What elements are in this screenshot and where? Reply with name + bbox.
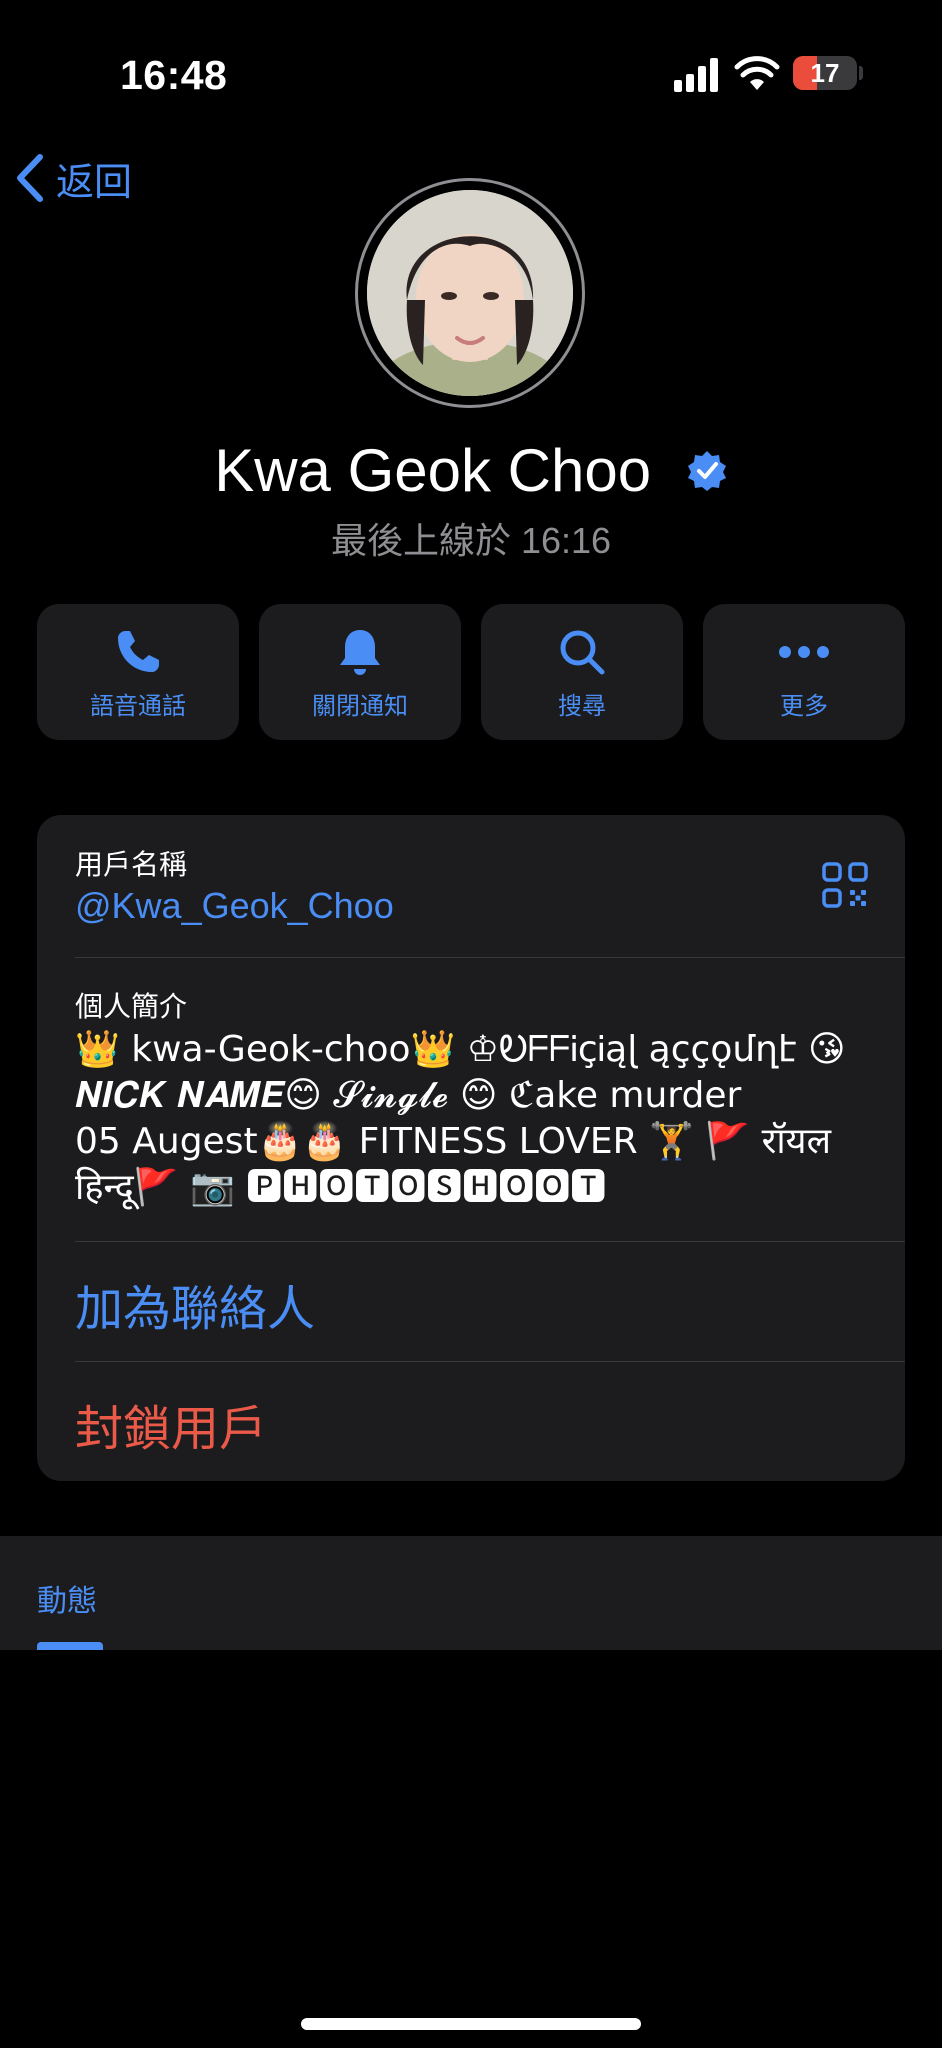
- bio-label: 個人簡介: [75, 991, 188, 1022]
- profile-name-row: Kwa Geok Choo: [0, 436, 942, 505]
- avatar-image: [367, 190, 573, 396]
- username-link[interactable]: @Kwa_Geok_Choo: [75, 885, 394, 927]
- profile-name: Kwa Geok Choo: [214, 437, 652, 504]
- search-icon: [560, 630, 605, 674]
- bio-line: 05 Augest🎂🎂 FITNESS LOVER 🏋️ 🚩 रॉयल: [75, 1121, 831, 1162]
- battery-icon: 17: [793, 56, 857, 90]
- last-seen-status: 最後上線於 16:16: [330, 520, 612, 561]
- back-button[interactable]: 返回: [16, 150, 132, 206]
- avatar[interactable]: [367, 190, 573, 396]
- action-label: 語音通話: [90, 692, 186, 720]
- wifi-icon: [734, 56, 780, 90]
- more-button[interactable]: 更多: [703, 604, 905, 740]
- qr-code-icon[interactable]: [821, 861, 869, 909]
- divider: [75, 1361, 905, 1362]
- tab-stories[interactable]: 動態: [37, 1576, 97, 1620]
- bio-line: 𝑵𝑰𝑪𝑲 𝑵𝑨𝑴𝑬😊 𝓢𝓲𝓷𝓰𝓵𝓮 😊 ℭake murder: [75, 1075, 742, 1116]
- action-buttons: 語音通話 關閉通知 搜尋 更多: [37, 604, 905, 740]
- divider: [75, 957, 905, 958]
- bell-icon: [340, 629, 380, 675]
- voice-call-button[interactable]: 語音通話: [37, 604, 239, 740]
- chevron-left-icon: [17, 154, 43, 202]
- mute-notifications-button[interactable]: 關閉通知: [259, 604, 461, 740]
- divider: [75, 1241, 905, 1242]
- stories-section: 動態: [0, 1536, 942, 1650]
- action-label: 搜尋: [558, 692, 606, 720]
- profile-info-card: 用戶名稱 @Kwa_Geok_Choo 個人簡介 👑 kwa-Geok-choo…: [37, 815, 905, 1481]
- bio-text: 👑 kwa-Geok-choo👑 ♔ᎧᖴᖴᎥçᎥąɭ ąççǫմղէ 😘 𝑵𝑰𝑪…: [75, 1027, 875, 1211]
- action-label: 更多: [780, 692, 828, 720]
- search-button[interactable]: 搜尋: [481, 604, 683, 740]
- home-indicator[interactable]: [301, 2018, 641, 2030]
- action-label: 關閉通知: [312, 692, 408, 720]
- status-time: 16:48: [120, 52, 228, 98]
- bio-line: 👑 kwa-Geok-choo👑 ♔ᎧᖴᖴᎥçᎥąɭ ąççǫմղէ 😘: [75, 1029, 846, 1070]
- battery-level: 17: [810, 58, 840, 88]
- verified-badge-icon: [687, 451, 726, 492]
- add-contact-button[interactable]: 加為聯絡人: [75, 1269, 315, 1339]
- back-label: 返回: [56, 161, 133, 204]
- username-label: 用戶名稱: [75, 849, 188, 880]
- phone-icon: [118, 630, 159, 672]
- cellular-signal-icon: [674, 58, 720, 92]
- more-icon: [779, 645, 829, 658]
- tab-indicator: [37, 1642, 103, 1650]
- battery-cap: [859, 66, 863, 80]
- bio-line: हिन्दू🚩 📷 🅿🅷🅾🆃🅾🆂🅷🅾🅾🆃: [75, 1167, 607, 1208]
- block-user-button[interactable]: 封鎖用戶: [75, 1389, 267, 1459]
